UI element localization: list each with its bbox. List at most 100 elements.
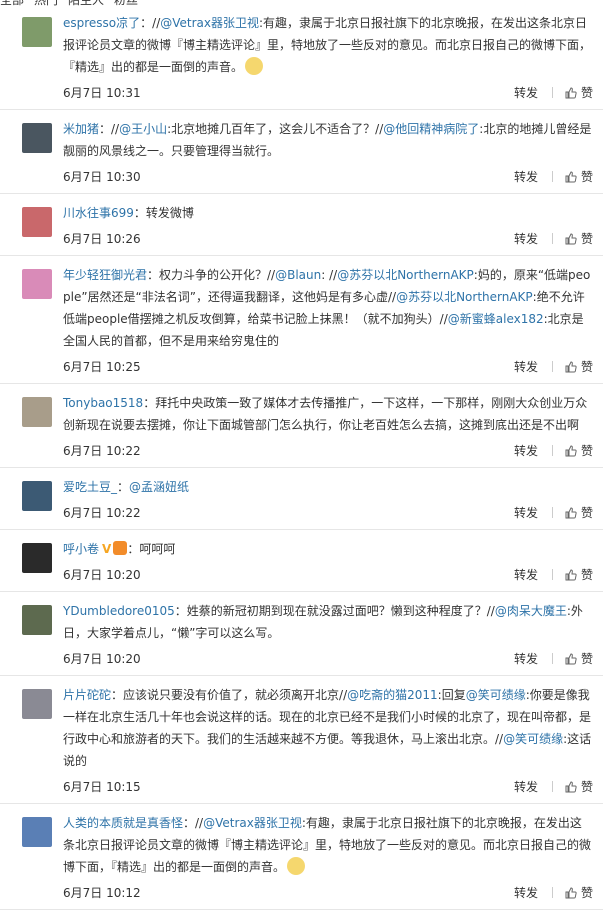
mention-link[interactable]: @新蜜蜂alex182 [448,312,544,326]
mention-link[interactable]: @苏芬以北NorthernAKP [396,290,533,304]
like-button[interactable]: 赞 [565,170,593,184]
comment-segment: ： [117,480,130,494]
timestamp: 6月7日 10:20 [63,652,141,666]
mention-link[interactable]: @吃斋的猫2011 [347,688,438,702]
comment-meta: 6月7日 10:30 转发 赞 [63,166,593,186]
timestamp: 6月7日 10:22 [63,506,141,520]
like-label: 赞 [580,360,593,374]
comment-text: 米加猪：//@王小山:北京地摊几百年了，这会儿不适合了？//@他回精神病院了:北… [63,118,593,162]
forward-button[interactable]: 转发 [514,232,538,246]
mention-link[interactable]: @他回精神病院了 [383,122,479,136]
mention-link[interactable]: @笑可绩缘 [466,688,526,702]
timestamp: 6月7日 10:20 [63,568,141,582]
avatar[interactable] [22,269,52,299]
divider [551,445,553,456]
forward-button[interactable]: 转发 [514,360,538,374]
timestamp: 6月7日 10:15 [63,780,141,794]
comment-item: Tonybao1518：拜托中央政策一致了媒体才去传播推广，一下这样，一下那样，… [0,384,603,468]
commenter-name[interactable]: 爱吃土豆_ [63,480,117,494]
comment-actions: 转发 赞 [514,442,593,459]
mention-link[interactable]: @Vetrax器张卫视 [203,816,302,830]
timestamp: 6月7日 10:30 [63,170,141,184]
comment-text: YDumbledore0105：姓蔡的新冠初期到现在就没露过面吧？懒到这种程度了… [63,600,593,644]
commenter-name[interactable]: 片片砣砣 [63,688,111,702]
comment-meta: 6月7日 10:31 转发 赞 [63,82,593,102]
timestamp: 6月7日 10:22 [63,444,141,458]
like-button[interactable]: 赞 [565,652,593,666]
mention-link[interactable]: @孟涵妞纸 [129,480,189,494]
comment-segment: ：呵呵呵 [127,542,176,556]
comment-list: espresso凉了：//@Vetrax器张卫视:有趣，隶属于北京日报社旗下的北… [0,4,603,910]
like-button[interactable]: 赞 [565,780,593,794]
divider [551,171,553,182]
avatar[interactable] [22,481,52,511]
comment-item: 呼小卷 V ：呵呵呵 6月7日 10:20 转发 赞 [0,530,603,592]
commenter-name[interactable]: 呼小卷 [63,542,99,556]
commenter-name[interactable]: Tonybao1518 [63,396,143,410]
comment-text: 片片砣砣：应该说只要没有价值了，就必须离开北京//@吃斋的猫2011:回复@笑可… [63,684,593,772]
avatar[interactable] [22,207,52,237]
forward-button[interactable]: 转发 [514,170,538,184]
thumbs-up-icon [565,887,577,899]
mention-link[interactable]: @王小山 [119,122,167,136]
comment-segment: ：姓蔡的新冠初期到现在就没露过面吧？懒到这种程度了？// [174,604,495,618]
divider [551,887,553,898]
thumbs-up-icon [565,87,577,99]
comment-text: 呼小卷 V ：呵呵呵 [63,538,593,560]
commenter-name[interactable]: 年少轻狂御光君 [63,268,147,282]
comment-actions: 转发 赞 [514,650,593,667]
comment-meta: 6月7日 10:26 转发 赞 [63,228,593,248]
commenter-name[interactable]: 米加猪 [63,122,99,136]
commenter-name[interactable]: 川水往事699 [63,206,134,220]
avatar[interactable] [22,817,52,847]
forward-button[interactable]: 转发 [514,86,538,100]
comment-meta: 6月7日 10:20 转发 赞 [63,564,593,584]
like-label: 赞 [580,506,593,520]
divider [551,233,553,244]
forward-button[interactable]: 转发 [514,568,538,582]
like-button[interactable]: 赞 [565,232,593,246]
like-label: 赞 [580,652,593,666]
like-label: 赞 [580,568,593,582]
comment-segment: ：// [183,816,204,830]
comment-segment: ：应该说只要没有价值了，就必须离开北京 [111,688,340,702]
thumbs-up-icon [565,653,577,665]
divider [551,569,553,580]
mention-link[interactable]: @肉呆大魔王 [495,604,567,618]
like-button[interactable]: 赞 [565,506,593,520]
thumbs-up-icon [565,233,577,245]
comment-text: 爱吃土豆_：@孟涵妞纸 [63,476,593,498]
divider [551,361,553,372]
like-button[interactable]: 赞 [565,444,593,458]
avatar[interactable] [22,123,52,153]
like-label: 赞 [580,86,593,100]
avatar[interactable] [22,605,52,635]
avatar[interactable] [22,17,52,47]
commenter-name[interactable]: espresso凉了 [63,16,140,30]
mention-link[interactable]: @Vetrax器张卫视 [160,16,259,30]
like-button[interactable]: 赞 [565,886,593,900]
like-button[interactable]: 赞 [565,568,593,582]
commenter-name[interactable]: 人类的本质就是真香怪 [63,816,183,830]
forward-button[interactable]: 转发 [514,444,538,458]
comment-segment: // [339,688,348,702]
comment-actions: 转发 赞 [514,230,593,247]
commenter-name[interactable]: YDumbledore0105 [63,604,175,618]
avatar[interactable] [22,543,52,573]
forward-button[interactable]: 转发 [514,652,538,666]
divider [551,87,553,98]
comment-item: espresso凉了：//@Vetrax器张卫视:有趣，隶属于北京日报社旗下的北… [0,4,603,110]
forward-button[interactable]: 转发 [514,506,538,520]
forward-button[interactable]: 转发 [514,886,538,900]
mention-link[interactable]: @Blaun [275,268,321,282]
like-button[interactable]: 赞 [565,360,593,374]
thumbs-up-icon [565,445,577,457]
comment-actions: 转发 赞 [514,566,593,583]
mention-link[interactable]: @苏芬以北NorthernAKP [337,268,474,282]
avatar[interactable] [22,397,52,427]
avatar[interactable] [22,689,52,719]
forward-button[interactable]: 转发 [514,780,538,794]
comment-actions: 转发 赞 [514,168,593,185]
like-button[interactable]: 赞 [565,86,593,100]
mention-link[interactable]: @笑可绩缘 [503,732,563,746]
